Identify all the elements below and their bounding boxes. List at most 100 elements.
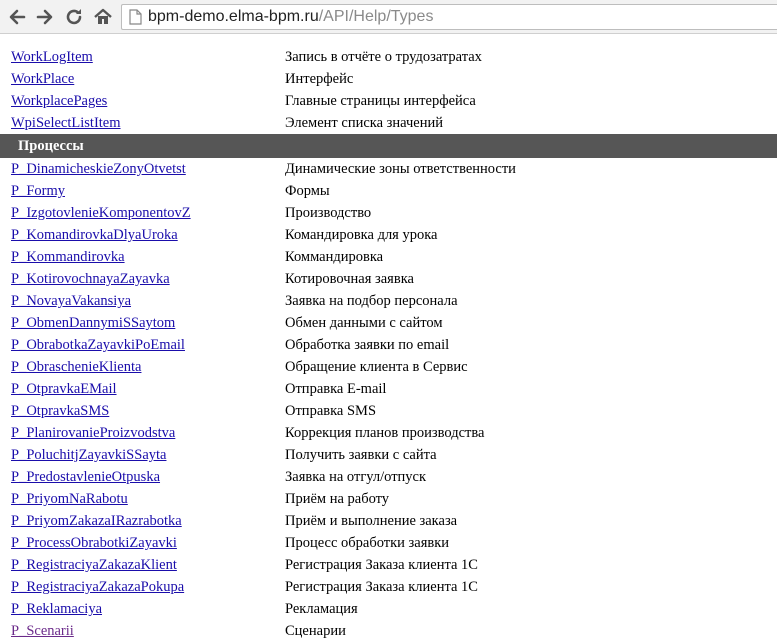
type-link[interactable]: P_PoluchitjZayavkiSSayta bbox=[11, 447, 166, 463]
type-name-cell: P_PlanirovanieProizvodstva bbox=[0, 422, 274, 444]
type-name-cell: P_Formy bbox=[0, 180, 274, 202]
type-link[interactable]: P_Kommandirovka bbox=[11, 249, 125, 265]
type-link[interactable]: P_RegistraciyaZakazaKlient bbox=[11, 557, 177, 573]
type-link[interactable]: P_ObraschenieKlienta bbox=[11, 359, 141, 375]
type-link[interactable]: P_PriyomNaRabotu bbox=[11, 491, 128, 507]
type-description: Отправка SMS bbox=[285, 403, 377, 419]
type-name-cell: WpiSelectListItem bbox=[0, 112, 274, 134]
table-row: P_DinamicheskieZonyOtvetst Динамические з… bbox=[0, 158, 777, 180]
section-title: Процессы bbox=[0, 134, 777, 158]
section-header-row: Процессы bbox=[0, 134, 777, 158]
type-name-cell: P_PriyomZakazaIRazrabotka bbox=[0, 510, 274, 532]
table-row bbox=[0, 34, 777, 46]
type-description: Динамические зоны ответственности bbox=[285, 161, 516, 177]
table-row: P_KomandirovkaDlyaUroka Командировка для … bbox=[0, 224, 777, 246]
table-row: P_ProcessObrabotkiZayavki Процесс обработ… bbox=[0, 532, 777, 554]
table-row: WorkLogItem Запись в отчёте о трудозатрат… bbox=[0, 46, 777, 68]
table-row: P_IzgotovlenieKomponentovZ Производство bbox=[0, 202, 777, 224]
type-link[interactable]: P_KomandirovkaDlyaUroka bbox=[11, 227, 178, 243]
type-link[interactable]: P_ObmenDannymiSSaytom bbox=[11, 315, 175, 331]
table-row: WorkPlace Интерфейс bbox=[0, 68, 777, 90]
forward-icon[interactable] bbox=[33, 5, 57, 29]
type-link[interactable]: P_PredostavlenieOtpuska bbox=[11, 469, 160, 485]
table-row: P_ObmenDannymiSSaytom Обмен данными с сай… bbox=[0, 312, 777, 334]
type-description: Отправка E-mail bbox=[285, 381, 387, 397]
type-link[interactable]: WorkplacePages bbox=[11, 93, 107, 109]
type-link[interactable]: WorkPlace bbox=[11, 71, 74, 87]
type-description: Регистрация Заказа клиента 1С bbox=[285, 579, 478, 595]
table-row: P_PlanirovanieProizvodstva Коррекция план… bbox=[0, 422, 777, 444]
table-row: P_ObrabotkaZayavkiPoEmail Обработка заявк… bbox=[0, 334, 777, 356]
type-link[interactable]: P_IzgotovlenieKomponentovZ bbox=[11, 205, 191, 221]
type-name-cell: P_ObrabotkaZayavkiPoEmail bbox=[0, 334, 274, 356]
type-description: Обращение клиента в Сервис bbox=[285, 359, 468, 375]
type-name-cell: P_KotirovochnayaZayavka bbox=[0, 268, 274, 290]
type-description: Процесс обработки заявки bbox=[285, 535, 450, 551]
table-row: P_PriyomNaRabotu Приём на работу bbox=[0, 488, 777, 510]
type-name-cell: P_Scenarii bbox=[0, 620, 274, 642]
type-name-cell: P_IzgotovlenieKomponentovZ bbox=[0, 202, 274, 224]
type-link[interactable]: P_RegistraciyaZakazaPokupa bbox=[11, 579, 184, 595]
type-description: Элемент списка значений bbox=[285, 115, 444, 131]
type-description: Приём и выполнение заказа bbox=[285, 513, 458, 529]
type-link[interactable]: P_OtpravkaEMail bbox=[11, 381, 117, 397]
type-name-cell: P_Reklamaciya bbox=[0, 598, 274, 620]
type-link[interactable]: P_ProcessObrabotkiZayavki bbox=[11, 535, 177, 551]
type-description: Получить заявки с сайта bbox=[285, 447, 437, 463]
type-link[interactable]: P_OtpravkaSMS bbox=[11, 403, 109, 419]
table-row: P_Formy Формы bbox=[0, 180, 777, 202]
table-row: P_OtpravkaSMS Отправка SMS bbox=[0, 400, 777, 422]
type-description: Сценарии bbox=[285, 623, 346, 639]
table-row: P_RegistraciyaZakazaKlient Регистрация За… bbox=[0, 554, 777, 576]
table-row: P_RegistraciyaZakazaPokupa Регистрация За… bbox=[0, 576, 777, 598]
table-row: P_OtpravkaEMail Отправка E-mail bbox=[0, 378, 777, 400]
type-description: Приём на работу bbox=[285, 491, 390, 507]
type-link[interactable]: P_KotirovochnayaZayavka bbox=[11, 271, 170, 287]
type-description: Формы bbox=[285, 183, 330, 199]
table-row: P_KotirovochnayaZayavka Котировочная заяв… bbox=[0, 268, 777, 290]
type-name-cell: P_NovayaVakansiya bbox=[0, 290, 274, 312]
type-name-cell: P_Kommandirovka bbox=[0, 246, 274, 268]
type-name-cell: P_ProcessObrabotkiZayavki bbox=[0, 532, 274, 554]
types-list: WorkLogItem Запись в отчёте о трудозатрат… bbox=[0, 34, 777, 642]
type-link[interactable]: P_NovayaVakansiya bbox=[11, 293, 131, 309]
table-row: WorkplacePages Главные страницы интерфейс… bbox=[0, 90, 777, 112]
type-link[interactable]: P_PriyomZakazaIRazrabotka bbox=[11, 513, 182, 529]
type-name-cell: P_OtpravkaSMS bbox=[0, 400, 274, 422]
reload-icon[interactable] bbox=[62, 5, 86, 29]
type-link[interactable]: P_PlanirovanieProizvodstva bbox=[11, 425, 175, 441]
type-name-cell: P_DinamicheskieZonyOtvetst bbox=[0, 158, 274, 180]
types-table: WorkLogItem Запись в отчёте о трудозатрат… bbox=[0, 34, 777, 642]
type-description: Рекламация bbox=[285, 601, 358, 617]
type-name-cell: P_RegistraciyaZakazaKlient bbox=[0, 554, 274, 576]
type-name-cell: P_PredostavlenieOtpuska bbox=[0, 466, 274, 488]
table-row: P_Scenarii Сценарии bbox=[0, 620, 777, 642]
back-icon[interactable] bbox=[5, 5, 29, 29]
type-description: Заявка на подбор персонала bbox=[285, 293, 458, 309]
table-row: P_PoluchitjZayavkiSSayta Получить заявки … bbox=[0, 444, 777, 466]
type-description: Командировка для урока bbox=[285, 227, 438, 243]
type-name-cell: WorkplacePages bbox=[0, 90, 274, 112]
table-row: WpiSelectListItem Элемент списка значений bbox=[0, 112, 777, 134]
type-link[interactable]: P_Formy bbox=[11, 183, 65, 199]
type-name-cell: P_PriyomNaRabotu bbox=[0, 488, 274, 510]
address-bar[interactable]: bpm-demo.elma-bpm.ru/API/Help/Types bbox=[121, 4, 777, 30]
type-link[interactable]: WorkLogItem bbox=[11, 49, 93, 65]
table-row: P_Kommandirovka Коммандировка bbox=[0, 246, 777, 268]
home-icon[interactable] bbox=[91, 5, 115, 29]
table-row: P_PriyomZakazaIRazrabotka Приём и выполне… bbox=[0, 510, 777, 532]
type-name-cell: P_OtpravkaEMail bbox=[0, 378, 274, 400]
type-link[interactable]: P_DinamicheskieZonyOtvetst bbox=[11, 161, 186, 177]
url-host: bpm-demo.elma-bpm.ru bbox=[148, 8, 319, 25]
url-path: /API/Help/Types bbox=[318, 8, 434, 25]
type-link[interactable]: WpiSelectListItem bbox=[11, 115, 121, 131]
type-link[interactable]: P_ObrabotkaZayavkiPoEmail bbox=[11, 337, 185, 353]
type-name-cell: P_ObraschenieKlienta bbox=[0, 356, 274, 378]
type-link[interactable]: P_Reklamaciya bbox=[11, 601, 102, 617]
type-description: Обмен данными с сайтом bbox=[285, 315, 443, 331]
type-description: Главные страницы интерфейса bbox=[285, 93, 476, 109]
type-link[interactable]: P_Scenarii bbox=[11, 623, 74, 639]
type-description: Коррекция планов производства bbox=[285, 425, 485, 441]
table-row: P_NovayaVakansiya Заявка на подбор персон… bbox=[0, 290, 777, 312]
browser-toolbar: bpm-demo.elma-bpm.ru/API/Help/Types bbox=[0, 0, 777, 34]
